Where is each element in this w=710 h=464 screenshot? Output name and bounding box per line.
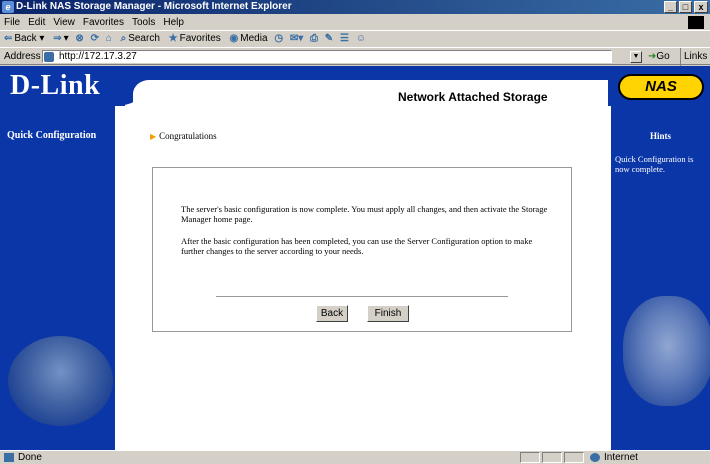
links-button[interactable]: Links	[680, 48, 707, 66]
main-content: ▶ Congratulations The server's basic conf…	[115, 106, 611, 450]
status-text: Done	[18, 452, 42, 463]
search-toolbar-label: Search	[128, 33, 160, 44]
page-icon	[44, 52, 54, 62]
page-header: D-Link Network Attached Storage NAS	[0, 66, 710, 106]
divider	[216, 296, 508, 297]
close-button[interactable]: x	[694, 1, 708, 13]
back-button[interactable]: Back	[316, 305, 348, 322]
web-page: D-Link Network Attached Storage NAS Quic…	[0, 66, 710, 450]
sidebar-photo	[8, 336, 113, 426]
favorites-toolbar-label: Favorites	[179, 33, 221, 44]
hints-text: Quick Configuration is now complete.	[615, 154, 694, 174]
menu-help[interactable]: Help	[159, 15, 188, 30]
toolbar: ⇐ Back ▾ ⇒ ▾ ⊗ ⟳ ⌂ ⌕ Search ★ Favorites ◉ Med…	[0, 30, 710, 46]
maximize-button[interactable]: □	[679, 1, 692, 13]
title-bar: e D-Link NAS Storage Manager - Microsoft…	[0, 0, 710, 14]
favorites-icon: ★	[168, 33, 178, 44]
mail-icon[interactable]: ✉▾	[288, 31, 305, 47]
hints-title: Hints	[649, 131, 671, 141]
address-dropdown-button[interactable]: ▼	[630, 51, 642, 63]
browser-window: e D-Link NAS Storage Manager - Microsoft…	[0, 0, 710, 463]
menu-bar: File Edit View Favorites Tools Help	[0, 15, 710, 30]
stop-icon[interactable]: ⊗	[73, 31, 85, 47]
back-toolbar-button[interactable]: ⇐ Back ▾	[0, 31, 46, 47]
dlink-logo: D-Link	[10, 70, 101, 101]
status-segment	[520, 452, 540, 463]
go-label: Go	[656, 51, 670, 62]
page-status-icon	[4, 453, 14, 462]
media-toolbar-label: Media	[240, 33, 268, 44]
messenger-icon[interactable]: ☺	[354, 31, 368, 47]
media-toolbar-button[interactable]: ◉ Media	[226, 31, 270, 47]
search-icon: ⌕	[120, 33, 127, 44]
header-subtitle: Network Attached Storage	[398, 90, 548, 104]
address-label: Address	[4, 51, 41, 62]
search-toolbar-button[interactable]: ⌕ Search	[117, 31, 162, 47]
back-toolbar-label: Back	[14, 33, 37, 44]
media-icon: ◉	[229, 33, 239, 44]
history-icon[interactable]: ◷	[272, 31, 285, 47]
message-paragraph-2: After the basic configuration has been c…	[181, 236, 533, 256]
refresh-icon[interactable]: ⟳	[89, 31, 101, 47]
menu-tools[interactable]: Tools	[128, 15, 159, 30]
menu-view[interactable]: View	[49, 15, 79, 30]
sidebar-item-quick-configuration[interactable]: Quick Configuration	[7, 130, 96, 141]
breadcrumb: ▶ Congratulations	[150, 131, 217, 141]
print-icon[interactable]: ⎙	[308, 31, 320, 47]
back-arrow-icon: ⇐	[4, 33, 13, 44]
menu-edit[interactable]: Edit	[24, 15, 49, 30]
message-panel: The server's basic configuration is now …	[152, 167, 572, 332]
minimize-button[interactable]: _	[664, 1, 677, 13]
forward-arrow-icon: ⇒	[53, 33, 62, 44]
favorites-toolbar-button[interactable]: ★ Favorites	[165, 31, 223, 47]
arrow-icon: ▶	[150, 132, 157, 141]
forward-toolbar-button[interactable]: ⇒ ▾	[49, 31, 70, 47]
home-icon[interactable]: ⌂	[104, 31, 114, 47]
go-button[interactable]: ➜Go	[648, 48, 670, 66]
status-segment	[542, 452, 562, 463]
hints-photo	[623, 296, 710, 406]
message-paragraph-1: The server's basic configuration is now …	[181, 204, 548, 224]
left-sidebar: Quick Configuration	[0, 106, 115, 450]
address-bar: Address http://172.17.3.27 ▼ ➜Go Links	[0, 47, 710, 66]
menu-file[interactable]: File	[0, 15, 24, 30]
window-title: D-Link NAS Storage Manager - Microsoft I…	[16, 1, 292, 12]
discuss-icon[interactable]: ☰	[338, 31, 351, 47]
security-zone: Internet	[604, 452, 638, 463]
internet-explorer-icon: e	[2, 1, 14, 13]
address-input[interactable]: http://172.17.3.27	[42, 50, 612, 63]
finish-button[interactable]: Finish	[367, 305, 409, 322]
internet-zone-icon	[590, 453, 600, 462]
breadcrumb-label: Congratulations	[159, 131, 217, 141]
hints-panel: Hints Quick Configuration is now complet…	[611, 106, 710, 450]
status-bar: Done Internet	[0, 450, 710, 463]
menu-favorites[interactable]: Favorites	[79, 15, 128, 30]
status-segment	[564, 452, 584, 463]
nas-badge: NAS	[618, 74, 704, 100]
edit-icon[interactable]: ✎	[323, 31, 335, 47]
windows-logo-icon	[688, 16, 704, 29]
